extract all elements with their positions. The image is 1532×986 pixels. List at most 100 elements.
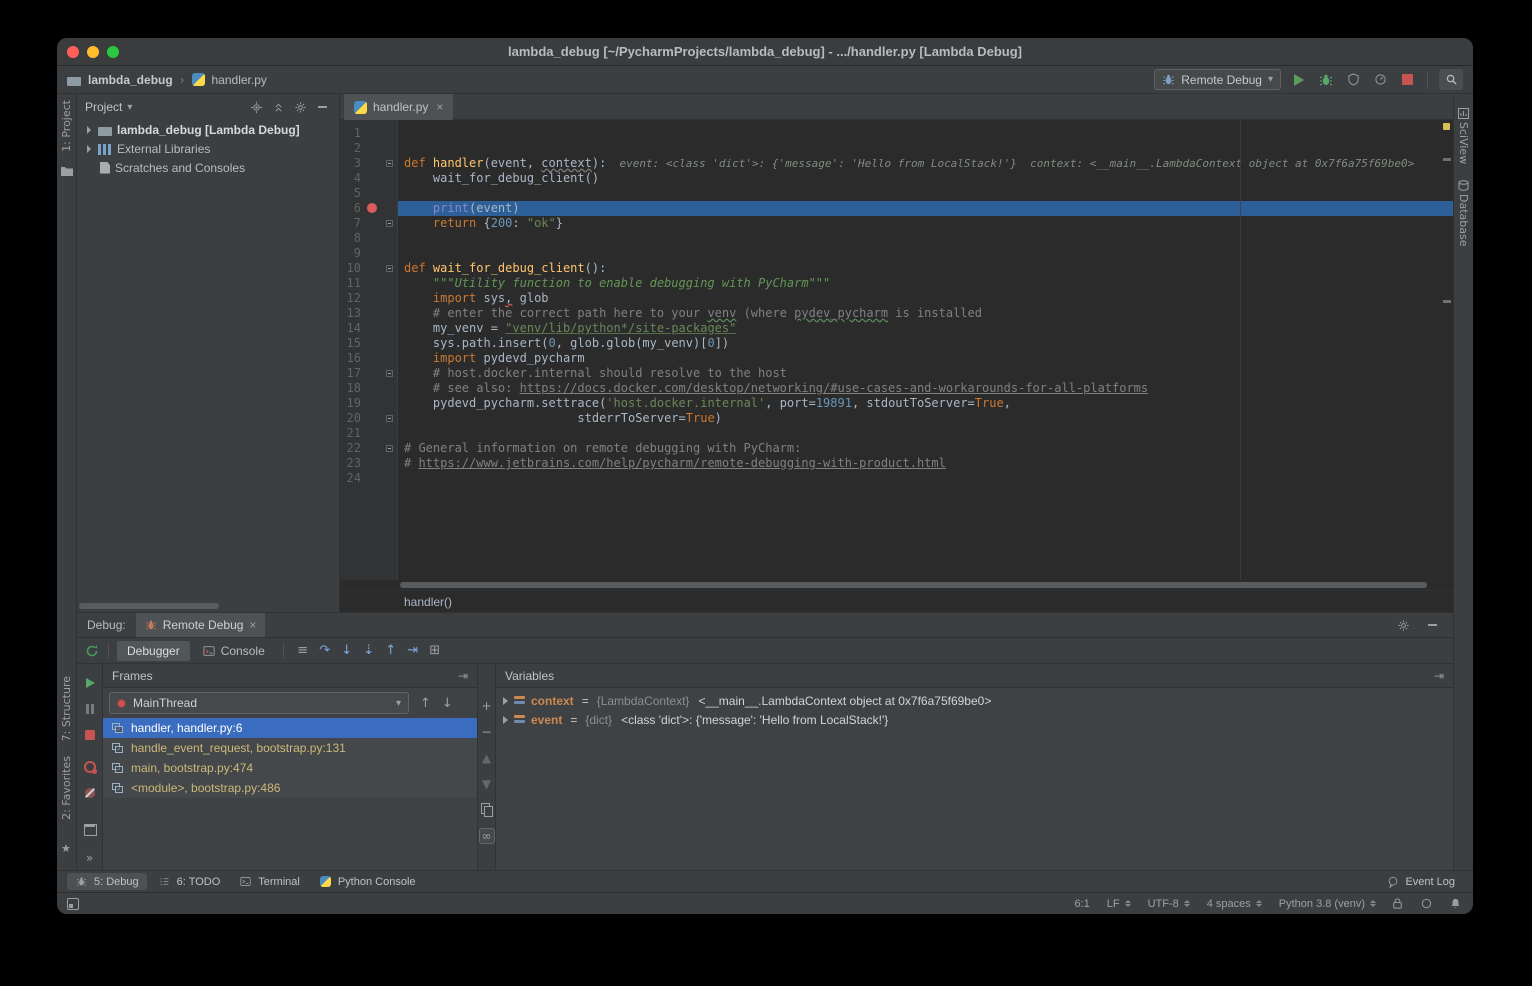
gutter-line[interactable]: 3 bbox=[340, 156, 397, 171]
gutter[interactable]: 123456789101112131415161718192021222324 bbox=[340, 120, 398, 580]
gutter-line[interactable]: 2 bbox=[340, 141, 397, 156]
code-line[interactable]: import sys, glob bbox=[398, 291, 1453, 306]
code-line[interactable] bbox=[398, 186, 1453, 201]
chevron-right-icon[interactable] bbox=[87, 126, 91, 134]
coverage-button[interactable] bbox=[1344, 71, 1362, 89]
tool-button-database[interactable]: Database bbox=[1457, 194, 1470, 247]
stop-icon[interactable] bbox=[83, 728, 97, 742]
code-line[interactable]: pydevd_pycharm.settrace('host.docker.int… bbox=[398, 396, 1453, 411]
error-stripe[interactable] bbox=[1441, 120, 1453, 580]
gutter-line[interactable]: 9 bbox=[340, 246, 397, 261]
gutter-line[interactable]: 20 bbox=[340, 411, 397, 426]
fold-marker-icon[interactable] bbox=[386, 220, 393, 227]
tab-debugger[interactable]: Debugger bbox=[117, 641, 190, 661]
debug-button[interactable] bbox=[1317, 71, 1335, 89]
code-line[interactable]: """Utility function to enable debugging … bbox=[398, 276, 1453, 291]
evaluate-expression-icon[interactable]: ⊞ bbox=[424, 643, 446, 658]
gutter-line[interactable]: 17 bbox=[340, 366, 397, 381]
gutter-line[interactable]: 23 bbox=[340, 456, 397, 471]
close-window-button[interactable] bbox=[67, 46, 79, 58]
zoom-window-button[interactable] bbox=[107, 46, 119, 58]
profiler-button[interactable] bbox=[1371, 71, 1389, 89]
sciview-icon[interactable] bbox=[1458, 108, 1469, 119]
tool-window-debug[interactable]: 5: Debug bbox=[67, 873, 147, 890]
gutter-line[interactable]: 10 bbox=[340, 261, 397, 276]
gutter-line[interactable]: 18 bbox=[340, 381, 397, 396]
toolwindow-toggle-icon[interactable] bbox=[67, 898, 79, 910]
code-line[interactable] bbox=[398, 426, 1453, 441]
line-separator[interactable]: LF bbox=[1107, 898, 1131, 910]
editor-tab-handler[interactable]: handler.py × bbox=[344, 94, 453, 120]
chevron-right-icon[interactable] bbox=[503, 697, 508, 705]
run-to-cursor-icon[interactable]: ⇥ bbox=[402, 643, 424, 658]
code-line[interactable]: # see also: https://docs.docker.com/desk… bbox=[398, 381, 1453, 396]
project-panel-title[interactable]: Project bbox=[85, 100, 122, 114]
thread-selector[interactable]: MainThread ▾ bbox=[109, 692, 409, 714]
code-line[interactable] bbox=[398, 471, 1453, 486]
favorites-star-icon[interactable]: ★ bbox=[61, 842, 71, 855]
move-up-icon[interactable]: ▲ bbox=[479, 750, 495, 766]
gutter-line[interactable]: 14 bbox=[340, 321, 397, 336]
code-line[interactable]: def handler(event, context): event: <cla… bbox=[398, 156, 1453, 171]
code-line[interactable]: # host.docker.internal should resolve to… bbox=[398, 366, 1453, 381]
editor-horizontal-scrollbar[interactable] bbox=[340, 580, 1453, 590]
view-breakpoints-icon[interactable] bbox=[83, 760, 97, 774]
gutter-line[interactable]: 11 bbox=[340, 276, 397, 291]
previous-frame-icon[interactable]: ↑ bbox=[420, 696, 431, 711]
gutter-line[interactable]: 24 bbox=[340, 471, 397, 486]
code-area[interactable]: def handler(event, context): event: <cla… bbox=[398, 120, 1453, 580]
force-step-into-icon[interactable]: ⇣ bbox=[358, 643, 380, 658]
stop-button[interactable] bbox=[1398, 71, 1416, 89]
lock-icon[interactable] bbox=[1390, 896, 1405, 911]
tool-button-structure[interactable]: 7: Structure bbox=[60, 676, 73, 741]
code-line[interactable]: import pydevd_pycharm bbox=[398, 351, 1453, 366]
code-line[interactable]: stderrToServer=True) bbox=[398, 411, 1453, 426]
database-icon[interactable] bbox=[1458, 180, 1469, 191]
frame-row[interactable]: handler, handler.py:6 bbox=[103, 718, 477, 738]
project-tree-item[interactable]: External Libraries bbox=[77, 139, 339, 158]
scrollbar-thumb[interactable] bbox=[400, 582, 1427, 588]
collapse-all-icon[interactable] bbox=[270, 99, 287, 116]
chevron-right-icon[interactable] bbox=[503, 716, 508, 724]
tool-button-project[interactable]: 1: Project bbox=[60, 100, 73, 152]
tab-console[interactable]: Console bbox=[193, 641, 275, 661]
chevron-down-icon[interactable]: ▾ bbox=[127, 102, 132, 113]
focus-icon[interactable]: ⇥ bbox=[458, 669, 468, 683]
code-line[interactable]: return {200: "ok"} bbox=[398, 216, 1453, 231]
fold-marker-icon[interactable] bbox=[386, 370, 393, 377]
tool-button-sciview[interactable]: SciView bbox=[1457, 122, 1470, 164]
title-bar[interactable]: lambda_debug [~/PycharmProjects/lambda_d… bbox=[57, 38, 1473, 66]
breadcrumb-function[interactable]: handler() bbox=[404, 595, 452, 609]
breadcrumb-file[interactable]: handler.py bbox=[212, 73, 267, 87]
tool-window-python-console[interactable]: Python Console bbox=[311, 873, 424, 890]
step-over-icon[interactable]: ↷ bbox=[314, 643, 336, 658]
gutter-line[interactable]: 13 bbox=[340, 306, 397, 321]
next-frame-icon[interactable]: ↓ bbox=[442, 696, 453, 711]
fold-marker-icon[interactable] bbox=[386, 415, 393, 422]
pause-icon[interactable] bbox=[83, 702, 97, 716]
close-tab-icon[interactable]: × bbox=[436, 100, 443, 114]
move-down-icon[interactable]: ▼ bbox=[479, 776, 495, 792]
gutter-line[interactable]: 22 bbox=[340, 441, 397, 456]
variable-row[interactable]: context={LambdaContext}<__main__.LambdaC… bbox=[496, 691, 1453, 710]
show-watches-icon[interactable]: ∞ bbox=[479, 828, 495, 844]
code-line[interactable]: # General information on remote debuggin… bbox=[398, 441, 1453, 456]
copy-icon[interactable] bbox=[479, 802, 495, 818]
caret-position[interactable]: 6:1 bbox=[1074, 898, 1089, 910]
tool-window-todo[interactable]: 6: TODO bbox=[150, 873, 229, 890]
add-watch-icon[interactable]: + bbox=[479, 698, 495, 714]
code-line[interactable] bbox=[398, 246, 1453, 261]
focus-icon[interactable]: ⇥ bbox=[1434, 669, 1444, 683]
tool-window-terminal[interactable]: Terminal bbox=[231, 873, 308, 890]
gutter-line[interactable]: 21 bbox=[340, 426, 397, 441]
code-line[interactable]: # https://www.jetbrains.com/help/pycharm… bbox=[398, 456, 1453, 471]
code-line[interactable] bbox=[398, 126, 1453, 141]
step-into-icon[interactable]: ↓ bbox=[336, 643, 358, 658]
run-button[interactable] bbox=[1290, 71, 1308, 89]
project-tree-item[interactable]: Scratches and Consoles bbox=[77, 158, 339, 177]
gutter-line[interactable]: 8 bbox=[340, 231, 397, 246]
stripe-mark[interactable] bbox=[1443, 300, 1451, 303]
close-session-icon[interactable]: × bbox=[249, 618, 256, 632]
gear-icon[interactable] bbox=[292, 99, 309, 116]
tool-window-event-log[interactable]: Event Log bbox=[1378, 873, 1463, 890]
